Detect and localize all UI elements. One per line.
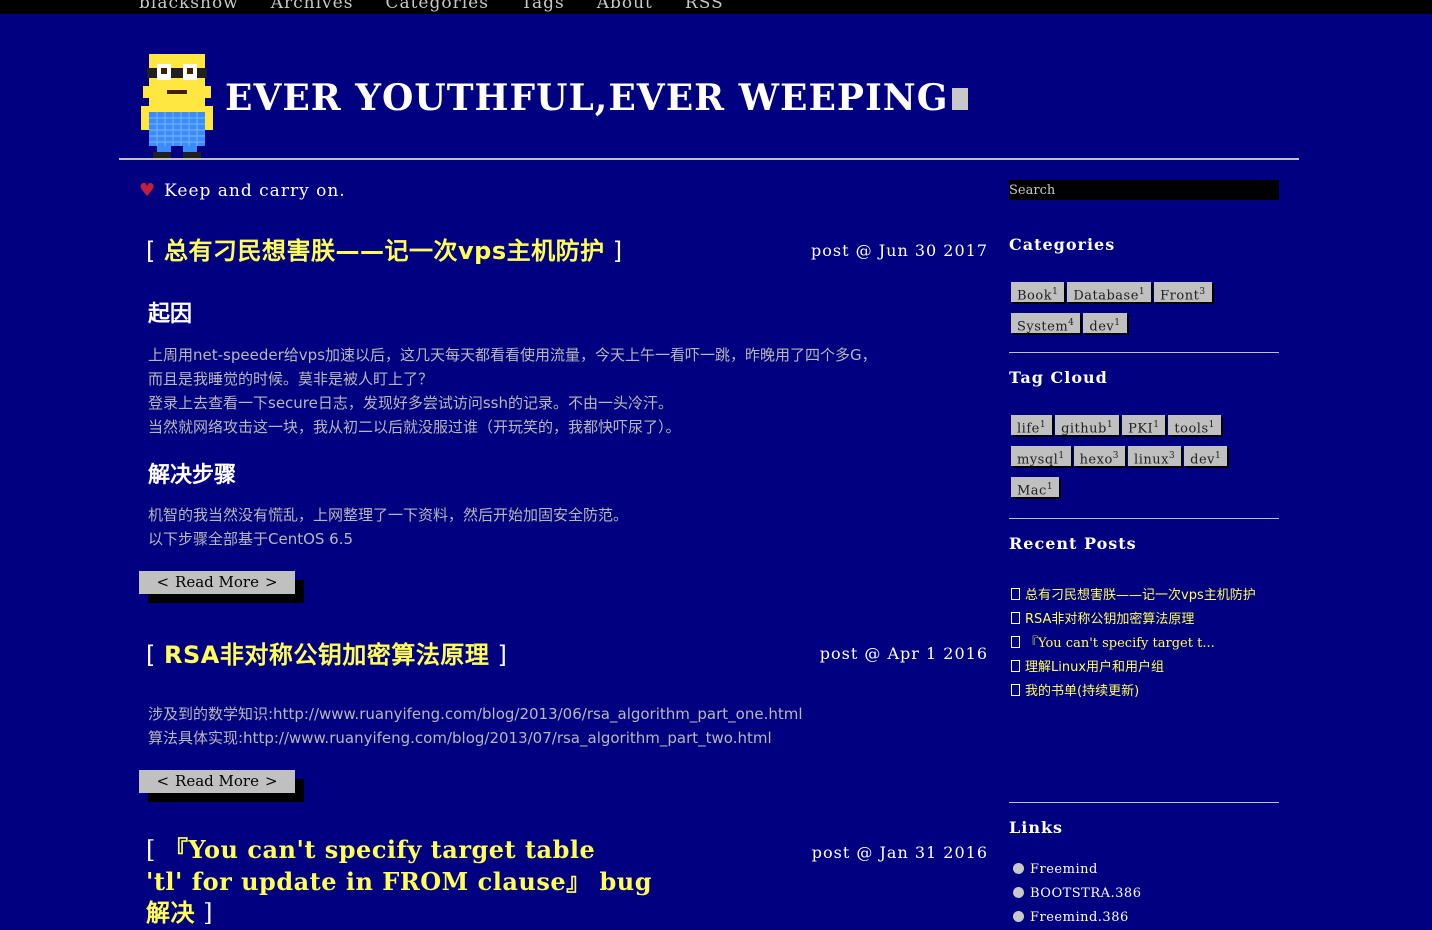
post-title[interactable]: [ RSA非对称公钥加密算法原理 ] (146, 635, 507, 670)
post-title[interactable]: [ 总有刁民想害朕——记一次vps主机防护 ] (146, 231, 623, 266)
tag-item[interactable]: hexo3 (1073, 446, 1126, 467)
nav-brand[interactable]: blackshow (139, 0, 239, 13)
minion-avatar-icon (141, 54, 213, 158)
category-tag[interactable]: dev1 (1083, 313, 1127, 334)
chevron-right-icon: > (264, 573, 278, 591)
nav-categories[interactable]: Categories (385, 0, 489, 13)
tag-cloud-heading: Tag Cloud (1009, 368, 1108, 387)
section-heading: 起因 (148, 302, 193, 327)
sidebar-divider (1009, 518, 1279, 519)
section-heading: 解决步骤 (148, 463, 237, 488)
tag-item[interactable]: linux3 (1128, 446, 1182, 467)
post-excerpt: 上周用net-speeder给vps加速以后，这几天每天都看看使用流量，今天上午… (148, 346, 877, 436)
search-input[interactable] (1009, 180, 1279, 200)
document-icon (1011, 684, 1020, 696)
link-item[interactable]: BOOTSTRA.386 (1013, 882, 1283, 906)
tag-item[interactable]: tools1 (1168, 415, 1221, 436)
post-meta: post @ Jan 31 2016 (811, 843, 988, 862)
github-icon (1013, 887, 1024, 898)
github-icon (1013, 863, 1024, 874)
chevron-right-icon: > (264, 772, 278, 790)
tag-item[interactable]: PKI1 (1122, 415, 1166, 436)
chevron-left-icon: < (156, 772, 170, 790)
document-icon (1011, 636, 1020, 648)
tag-item[interactable]: life1 (1011, 415, 1053, 436)
categories-heading: Categories (1009, 235, 1116, 254)
heart-icon: ♥ (139, 180, 157, 201)
github-icon (1013, 911, 1024, 922)
recent-post-link[interactable]: 理解Linux用户和用户组 (1011, 656, 1281, 680)
blinking-cursor (952, 88, 969, 110)
category-tag[interactable]: System4 (1011, 313, 1081, 334)
document-icon (1011, 612, 1020, 624)
recent-post-link[interactable]: 我的书单(持续更新) (1011, 680, 1281, 704)
post-meta: post @ Apr 1 2016 (819, 644, 988, 663)
post-title[interactable]: [ 『You can't specify target table 'tl' f… (146, 834, 652, 929)
link-item[interactable]: Freemind.386 (1013, 906, 1283, 930)
links-heading: Links (1009, 818, 1064, 837)
read-more-button[interactable]: < Read More > (139, 571, 295, 594)
post-excerpt: 机智的我当然没有慌乱，上网整理了一下资料，然后开始加固安全防范。 以下步骤全部基… (148, 506, 629, 548)
category-list: Book1 Database1 Front3 System4 dev1 (1011, 282, 1281, 344)
sidebar-divider (1009, 352, 1279, 353)
tag-item[interactable]: dev1 (1184, 446, 1228, 467)
nav-tags[interactable]: Tags (521, 0, 565, 13)
document-icon (1011, 660, 1020, 672)
recent-posts-list: 总有刁民想害朕——记一次vps主机防护 RSA非对称公钥加密算法原理 『You … (1011, 584, 1281, 704)
post-excerpt: 涉及到的数学知识:http://www.ruanyifeng.com/blog/… (148, 705, 803, 747)
tag-item[interactable]: Mac1 (1011, 477, 1060, 498)
recent-post-link[interactable]: 『You can't specify target t... (1011, 632, 1281, 656)
category-tag[interactable]: Front3 (1154, 282, 1212, 303)
read-more-button[interactable]: < Read More > (139, 770, 295, 793)
sidebar-divider (1009, 802, 1279, 803)
link-item[interactable]: Freemind (1013, 858, 1283, 882)
tag-item[interactable]: github1 (1055, 415, 1120, 436)
recent-post-link[interactable]: RSA非对称公钥加密算法原理 (1011, 608, 1281, 632)
post-meta: post @ Jun 30 2017 (811, 241, 988, 260)
top-nav: blackshow Archives Categories Tags About… (0, 0, 1432, 14)
recent-post-link[interactable]: 总有刁民想害朕——记一次vps主机防护 (1011, 584, 1281, 608)
category-tag[interactable]: Book1 (1011, 282, 1065, 303)
site-title[interactable]: EVER YOUTHFUL,EVER WEEPING (225, 77, 969, 119)
links-list: Freemind BOOTSTRA.386 Freemind.386 (1013, 858, 1283, 930)
recent-posts-heading: Recent Posts (1009, 534, 1137, 553)
nav-rss[interactable]: RSS (685, 0, 724, 13)
tagline: ♥ Keep and carry on. (139, 180, 346, 201)
chevron-left-icon: < (156, 573, 170, 591)
nav-about[interactable]: About (597, 0, 653, 13)
header-divider (119, 158, 1299, 160)
nav-archives[interactable]: Archives (271, 0, 354, 13)
tag-cloud: life1 github1 PKI1 tools1 mysql1 hexo3 linux3 d… (1011, 415, 1281, 508)
document-icon (1011, 588, 1020, 600)
category-tag[interactable]: Database1 (1067, 282, 1152, 303)
tag-item[interactable]: mysql1 (1011, 446, 1071, 467)
